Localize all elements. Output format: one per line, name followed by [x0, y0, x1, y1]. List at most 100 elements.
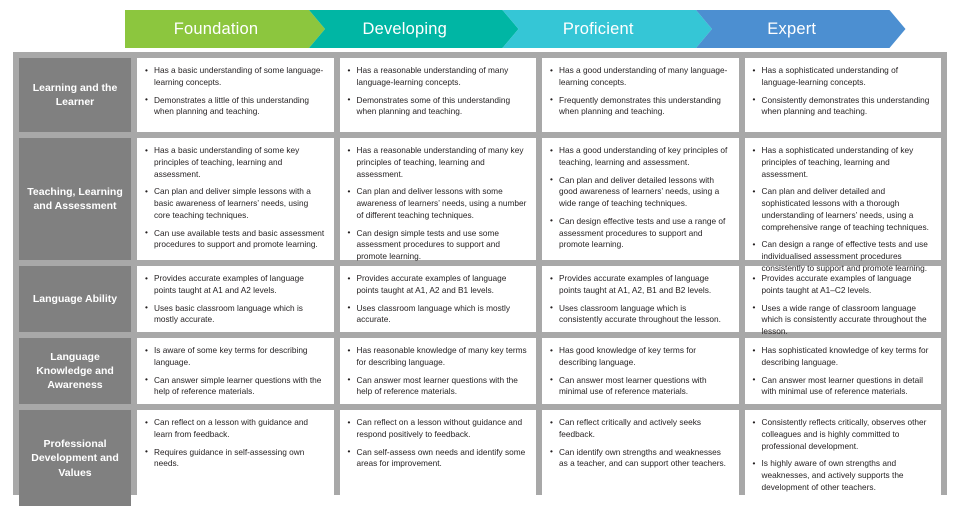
- descriptor-cell: Has reasonable knowledge of many key ter…: [339, 338, 536, 404]
- descriptor-cell: Provides accurate examples of language p…: [339, 266, 536, 332]
- table-row: Language Knowledge and Awareness Is aware…: [19, 338, 941, 404]
- row-header-label: Learning and the Learner: [19, 58, 131, 132]
- descriptor-list: Has a reasonable understanding of many k…: [348, 144, 528, 263]
- descriptor-item: Has a sophisticated understanding of key…: [753, 144, 933, 180]
- descriptor-list: Has a good understanding of many languag…: [550, 65, 730, 118]
- descriptor-list: Has a sophisticated understanding of lan…: [753, 65, 933, 118]
- descriptor-cell: Has a sophisticated understanding of key…: [744, 138, 941, 273]
- descriptor-item: Can design a range of effective tests an…: [753, 239, 933, 274]
- descriptor-item: Has a basic understanding of some langua…: [145, 65, 325, 89]
- descriptor-list: Is aware of some key terms for describin…: [145, 345, 325, 398]
- stage-chevron-foundation[interactable]: Foundation: [125, 10, 325, 48]
- descriptor-item: Has a reasonable understanding of many k…: [348, 144, 528, 180]
- descriptor-item: Frequently demonstrates this understandi…: [550, 94, 730, 119]
- descriptor-item: Can use available tests and basic assess…: [145, 227, 325, 252]
- descriptor-item: Uses a wide range of classroom language …: [753, 302, 933, 338]
- descriptor-list: Has a basic understanding of some langua…: [145, 65, 325, 118]
- descriptor-list: Has a reasonable understanding of many l…: [348, 65, 528, 118]
- descriptor-item: Has a reasonable understanding of many l…: [348, 65, 528, 89]
- descriptor-list: Consistently reflects critically, observ…: [753, 416, 933, 494]
- table-row: Teaching, Learning and Assessment Has a b…: [19, 138, 941, 273]
- stage-chevron-expert[interactable]: Expert: [696, 10, 906, 48]
- descriptor-item: Uses classroom language which is consist…: [550, 302, 730, 327]
- descriptor-list: Provides accurate examples of language p…: [753, 273, 933, 338]
- descriptor-cell: Has a good understanding of key principl…: [542, 138, 739, 260]
- descriptor-item: Has a good understanding of key principl…: [550, 145, 730, 169]
- descriptor-item: Has sophisticated knowledge of key terms…: [753, 345, 933, 369]
- stage-chevron-label: Proficient: [562, 19, 634, 38]
- competency-grid: Learning and the Learner Has a basic unde…: [19, 58, 941, 506]
- descriptor-item: Can plan and deliver detailed lessons wi…: [550, 174, 730, 210]
- descriptor-item: Consistently demonstrates this understan…: [753, 94, 933, 119]
- descriptor-item: Provides accurate examples of language p…: [145, 273, 325, 297]
- descriptor-item: Can reflect critically and actively seek…: [550, 417, 730, 441]
- descriptor-cell: Consistently reflects critically, observ…: [744, 410, 941, 506]
- row-header-label: Language Knowledge and Awareness: [19, 338, 131, 404]
- descriptor-cell: Provides accurate examples of language p…: [542, 266, 739, 332]
- descriptor-list: Has reasonable knowledge of many key ter…: [348, 345, 528, 398]
- descriptor-item: Uses basic classroom language which is m…: [145, 302, 325, 327]
- descriptor-list: Has a good understanding of key principl…: [550, 145, 730, 251]
- descriptor-cell: Has a basic understanding of some langua…: [137, 58, 334, 132]
- competency-framework-page: Foundation Developing Proficient Expert Lea…: [0, 0, 960, 506]
- descriptor-item: Demonstrates some of this understanding …: [348, 94, 528, 119]
- descriptor-item: Demonstrates a little of this understand…: [145, 94, 325, 119]
- descriptor-cell: Provides accurate examples of language p…: [137, 266, 334, 332]
- descriptor-list: Can reflect on a lesson with guidance an…: [145, 417, 325, 470]
- stage-chevron-developing[interactable]: Developing: [309, 10, 519, 48]
- descriptor-cell: Has good knowledge of key terms for desc…: [542, 338, 739, 404]
- descriptor-item: Requires guidance in self-assessing own …: [145, 446, 325, 471]
- descriptor-item: Can design effective tests and use a ran…: [550, 215, 730, 251]
- descriptor-item: Can plan and deliver detailed and sophis…: [753, 186, 933, 233]
- descriptor-cell: Has a basic understanding of some key pr…: [137, 138, 334, 260]
- descriptor-item: Can plan and deliver lessons with some a…: [348, 186, 528, 221]
- descriptor-cell: Has a reasonable understanding of many k…: [339, 138, 536, 263]
- descriptor-list: Has good knowledge of key terms for desc…: [550, 345, 730, 398]
- stage-chevron-label: Foundation: [173, 19, 259, 38]
- descriptor-list: Has sophisticated knowledge of key terms…: [753, 345, 933, 398]
- descriptor-item: Can answer most learner questions with t…: [348, 374, 528, 399]
- descriptor-item: Is highly aware of own strengths and wea…: [753, 458, 933, 493]
- descriptor-item: Can answer most learner questions in det…: [753, 374, 933, 399]
- descriptor-cell: Can reflect on a lesson with guidance an…: [137, 410, 334, 506]
- descriptor-cell: Has a sophisticated understanding of lan…: [744, 58, 941, 132]
- descriptor-item: Can answer simple learner questions with…: [145, 374, 325, 399]
- descriptor-list: Has a sophisticated understanding of key…: [753, 144, 933, 275]
- table-row: Learning and the Learner Has a basic unde…: [19, 58, 941, 132]
- descriptor-cell: Has a reasonable understanding of many l…: [339, 58, 536, 132]
- descriptor-list: Provides accurate examples of language p…: [145, 273, 325, 326]
- row-header-label: Professional Development and Values: [19, 410, 131, 506]
- descriptor-list: Can reflect critically and actively seek…: [550, 417, 730, 470]
- stage-chevron-label: Developing: [362, 19, 448, 38]
- descriptor-item: Can plan and deliver simple lessons with…: [145, 186, 325, 221]
- descriptor-item: Provides accurate examples of language p…: [348, 273, 528, 297]
- descriptor-item: Can reflect on a lesson without guidance…: [348, 417, 528, 441]
- descriptor-item: Provides accurate examples of language p…: [753, 273, 933, 297]
- stage-chevron-proficient[interactable]: Proficient: [503, 10, 713, 48]
- descriptor-list: Can reflect on a lesson without guidance…: [348, 417, 528, 470]
- descriptor-cell: Has sophisticated knowledge of key terms…: [744, 338, 941, 404]
- descriptor-cell: Is aware of some key terms for describin…: [137, 338, 334, 404]
- descriptor-item: Can self-assess own needs and identify s…: [348, 446, 528, 471]
- descriptor-item: Can answer most learner questions with m…: [550, 374, 730, 399]
- descriptor-item: Has reasonable knowledge of many key ter…: [348, 345, 528, 369]
- descriptor-item: Has a basic understanding of some key pr…: [145, 144, 325, 180]
- descriptor-cell: Can reflect critically and actively seek…: [542, 410, 739, 506]
- descriptor-item: Has a sophisticated understanding of lan…: [753, 65, 933, 89]
- descriptor-cell: Provides accurate examples of language p…: [744, 266, 941, 336]
- descriptor-item: Uses classroom language which is mostly …: [348, 302, 528, 327]
- descriptor-item: Has good knowledge of key terms for desc…: [550, 345, 730, 369]
- descriptor-item: Consistently reflects critically, observ…: [753, 416, 933, 452]
- descriptor-list: Provides accurate examples of language p…: [348, 273, 528, 326]
- descriptor-cell: Can reflect on a lesson without guidance…: [339, 410, 536, 506]
- descriptor-list: Has a basic understanding of some key pr…: [145, 144, 325, 252]
- descriptor-item: Can reflect on a lesson with guidance an…: [145, 417, 325, 441]
- competency-table-panel: Learning and the Learner Has a basic unde…: [13, 52, 947, 506]
- descriptor-item: Has a good understanding of many languag…: [550, 65, 730, 89]
- descriptor-item: Provides accurate examples of language p…: [550, 273, 730, 297]
- row-header-label: Teaching, Learning and Assessment: [19, 138, 131, 260]
- table-row: Professional Development and Values Can r…: [19, 410, 941, 506]
- descriptor-list: Provides accurate examples of language p…: [550, 273, 730, 326]
- descriptor-item: Can design simple tests and use some ass…: [348, 227, 528, 263]
- row-header-label: Language Ability: [19, 266, 131, 332]
